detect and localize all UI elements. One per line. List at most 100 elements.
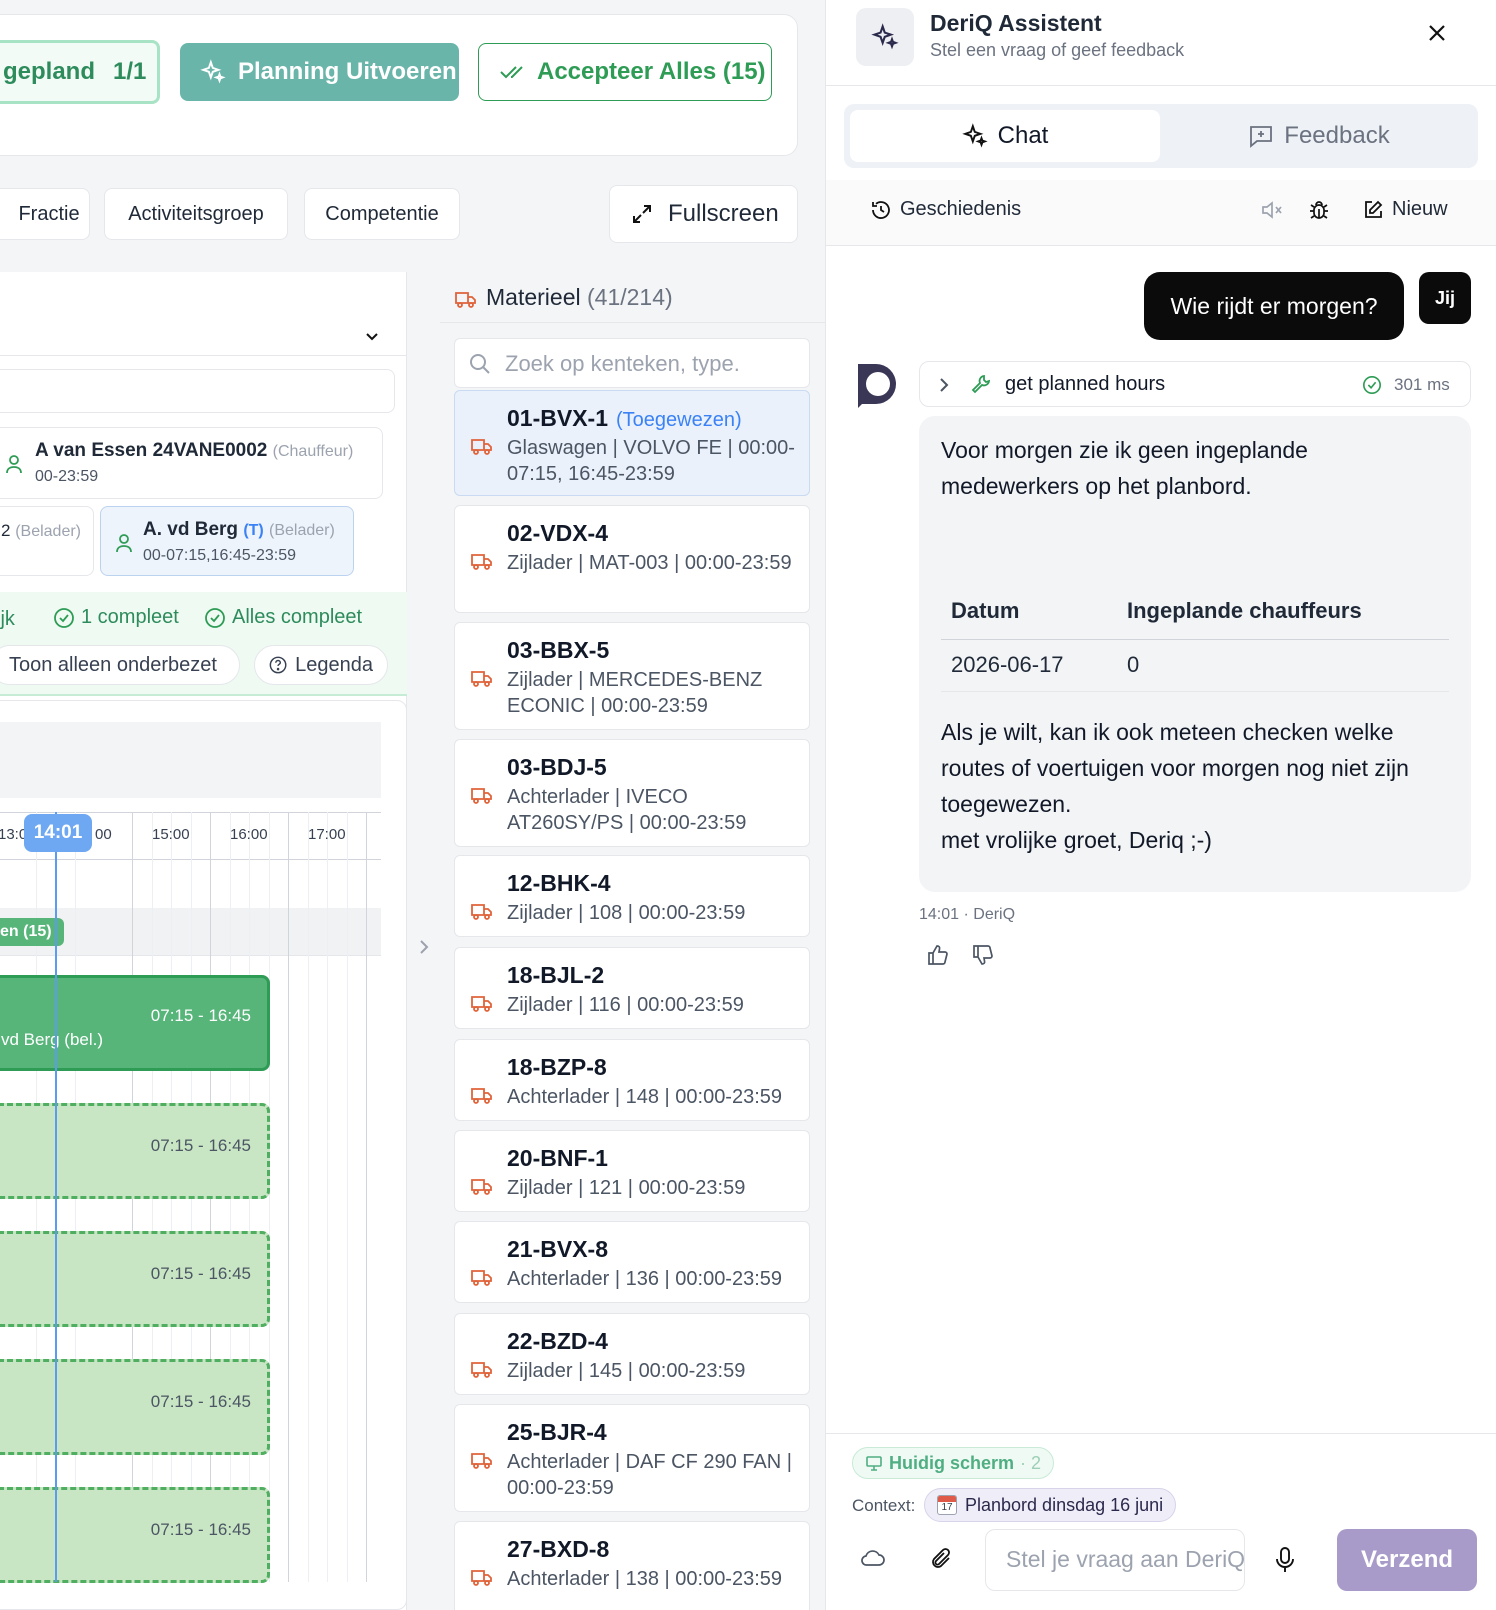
filter-label: Fractie — [18, 202, 80, 225]
close-icon[interactable] — [1426, 22, 1448, 44]
materieel-card[interactable]: 03-BBX-5 Zijlader | MERCEDES-BENZ ECONIC … — [454, 622, 810, 730]
legenda-button[interactable]: Legenda — [254, 645, 388, 685]
tool-call-row[interactable]: get planned hours 301 ms — [919, 361, 1471, 407]
assigned-tag: (Toegewezen) — [615, 409, 742, 431]
materieel-card[interactable]: 18-BZP-8 Achterlader | 148 | 00:00-23:59 — [454, 1039, 810, 1121]
truck-icon-wrap — [469, 900, 495, 922]
shift-time: 07:15 - 16:45 — [150, 1006, 251, 1025]
personnel-card-partial[interactable]: 2 (Belader) — [0, 506, 94, 576]
filter-fractie[interactable]: Fractie — [0, 188, 90, 240]
planning-board: gepland 1/1 Planning Uitvoeren Accepteer… — [0, 0, 825, 1610]
materieel-card[interactable]: 18-BJL-2 Zijlader | 116 | 00:00-23:59 — [454, 947, 810, 1029]
personnel-role: (Chauffeur) — [272, 443, 354, 460]
calendar-day: 17 — [941, 1502, 953, 1513]
shift-block-open[interactable]: 07:15 - 16:45 — [0, 1103, 270, 1199]
materieel-card[interactable]: 22-BZD-4 Zijlader | 145 | 00:00-23:59 — [454, 1313, 810, 1395]
materieel-card[interactable]: 03-BDJ-5 Achterlader | IVECO AT260SY/PS |… — [454, 739, 810, 847]
assistant-title: DeriQ Assistent — [930, 10, 1102, 36]
vehicle-description: Zijlader | 121 | 00:00-23:59 — [507, 1177, 746, 1199]
new-chat-label: Nieuw — [1392, 198, 1448, 220]
personnel-name: A van Essen 24VANE0002 — [35, 440, 268, 461]
materieel-card[interactable]: 27-BXD-8 Achterlader | 138 | 00:00-23:59 — [454, 1521, 810, 1610]
paperclip-icon[interactable] — [930, 1546, 954, 1572]
assistant-subtitle: Stel een vraag of geef feedback — [930, 40, 1185, 60]
materieel-card[interactable]: 21-BVX-8 Achterlader | 136 | 00:00-23:59 — [454, 1221, 810, 1303]
materieel-card[interactable]: 20-BNF-1 Zijlader | 121 | 00:00-23:59 — [454, 1130, 810, 1212]
hour-label: 16:00 — [230, 826, 268, 843]
plate-number: 03-BDJ-5 — [507, 754, 607, 780]
personnel-role: (Belader) — [15, 523, 82, 540]
materieel-card[interactable]: 25-BJR-4 Achterlader | DAF CF 290 FAN | 0… — [454, 1404, 810, 1512]
screen-chip-label: Huidig scherm — [889, 1452, 1015, 1473]
personnel-name-line: A. vd Berg (T) (Belader) — [143, 519, 335, 541]
chat-input[interactable]: Stel je vraag aan DeriQ — [985, 1529, 1245, 1591]
vehicle-description: Zijlader | MERCEDES-BENZ ECONIC | 00:00-… — [507, 669, 763, 717]
filter-activiteitsgroep[interactable]: Activiteitsgroep — [104, 188, 288, 240]
plate-line: 18-BJL-2 — [507, 962, 604, 989]
new-chat-button[interactable]: Nieuw — [1362, 198, 1448, 221]
now-marker: 14:01 — [24, 814, 92, 852]
plate-line: 03-BBX-5 — [507, 637, 609, 664]
gepland-count: 1/1 — [113, 58, 147, 85]
truck-icon-wrap — [469, 1175, 495, 1197]
truck-icon-wrap — [469, 784, 495, 806]
truck-icon — [471, 788, 492, 804]
personnel-name-line: 2 (Belader) — [1, 521, 81, 541]
chevron-right-icon — [420, 940, 429, 954]
filter-label: Activiteitsgroep — [128, 202, 264, 225]
chevron-down-icon — [366, 333, 378, 341]
shift-block-open[interactable]: 07:15 - 16:45 — [0, 1359, 270, 1455]
personnel-search-input[interactable] — [0, 369, 395, 413]
shift-block-assigned[interactable]: 07:15 - 16:45 vd Berg (bel.) — [0, 975, 270, 1071]
monitor-icon — [866, 1456, 882, 1471]
check-circle-icon — [54, 607, 74, 628]
fullscreen-button[interactable]: Fullscreen — [609, 185, 798, 243]
context-chip[interactable]: 17 Planbord dinsdag 16 juni — [924, 1488, 1177, 1522]
materieel-count: (41/214) — [587, 284, 673, 310]
dropdown-select[interactable] — [0, 316, 407, 356]
assistant-logo — [856, 8, 914, 66]
tab-feedback[interactable]: Feedback — [1166, 110, 1472, 162]
accepteer-alles-button[interactable]: Accepteer Alles (15) — [478, 43, 772, 101]
filter-competentie[interactable]: Competentie — [304, 188, 460, 240]
send-button[interactable]: Verzend — [1337, 1529, 1477, 1591]
personnel-card-van-essen[interactable]: A van Essen 24VANE0002 (Chauffeur) 00-23… — [0, 427, 383, 499]
truck-icon-wrap — [469, 1358, 495, 1380]
speaker-mute-icon[interactable] — [1260, 199, 1284, 221]
materieel-card[interactable]: 01-BVX-1 (Toegewezen) Glaswagen | VOLVO FE… — [454, 390, 810, 496]
divider — [440, 322, 825, 323]
plate-number: 18-BZP-8 — [507, 1054, 607, 1080]
plate-line: 02-VDX-4 — [507, 520, 608, 547]
tab-chat-label: Chat — [997, 122, 1049, 149]
personnel-name: 2 — [1, 521, 11, 540]
thumbs-up-icon[interactable] — [926, 943, 950, 967]
bug-icon[interactable] — [1307, 198, 1331, 222]
screen-context-chip[interactable]: Huidig scherm · 2 — [852, 1447, 1055, 1479]
microphone-icon[interactable] — [1274, 1546, 1296, 1574]
hour-label: 17:00 — [308, 826, 346, 843]
cloud-icon[interactable] — [860, 1548, 886, 1568]
answer-signoff: met vrolijke groet, Deriq ;-) — [941, 827, 1212, 853]
planning-uitvoeren-button[interactable]: Planning Uitvoeren — [180, 43, 459, 101]
plate-line: 22-BZD-4 — [507, 1328, 608, 1355]
gepland-button[interactable]: gepland 1/1 — [0, 40, 160, 104]
plate-number: 20-BNF-1 — [507, 1145, 608, 1171]
table-cell: 2026-06-17 — [951, 652, 1064, 677]
plate-line: 12-BHK-4 — [507, 870, 611, 897]
check-circle-icon — [205, 607, 225, 628]
tab-chat[interactable]: Chat — [850, 110, 1160, 162]
shift-block-open[interactable]: 07:15 - 16:45 — [0, 1231, 270, 1327]
status-all-complete: Alles compleet — [204, 606, 362, 629]
materieel-search-input[interactable]: Zoek op kenteken, type. — [454, 338, 810, 388]
truck-icon-wrap — [469, 1084, 495, 1106]
vehicle-description: Achterlader | 148 | 00:00-23:59 — [507, 1086, 783, 1108]
history-button[interactable]: Geschiedenis — [870, 198, 1021, 221]
onderbezet-toggle[interactable]: Toon alleen onderbezet — [0, 645, 240, 685]
thumbs-down-icon[interactable] — [971, 943, 995, 967]
personnel-card-vd-berg[interactable]: A. vd Berg (T) (Belader) 00-07:15,16:45-… — [100, 506, 354, 576]
panel-divider[interactable] — [408, 272, 440, 1610]
materieel-card[interactable]: 12-BHK-4 Zijlader | 108 | 00:00-23:59 — [454, 855, 810, 937]
plate-number: 03-BBX-5 — [507, 637, 610, 663]
shift-block-open[interactable]: 07:15 - 16:45 — [0, 1487, 270, 1583]
materieel-card[interactable]: 02-VDX-4 Zijlader | MAT-003 | 00:00-23:59 — [454, 505, 810, 613]
